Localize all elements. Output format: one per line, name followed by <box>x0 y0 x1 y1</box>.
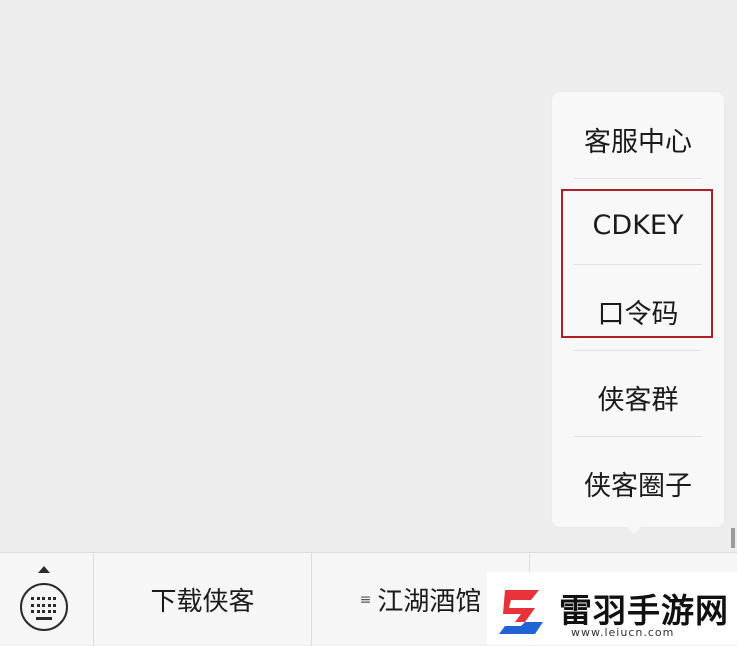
menu-divider <box>574 436 702 437</box>
tab-label: 江湖酒馆 <box>377 587 482 617</box>
menu-item-circle[interactable]: 侠客圈子 <box>552 440 724 526</box>
keyboard-spacebar <box>36 617 52 620</box>
menu-lines-icon: ≡ <box>359 591 372 608</box>
popup-arrow <box>626 526 642 534</box>
menu-divider <box>574 178 702 179</box>
keyboard-icon[interactable] <box>20 583 68 631</box>
tab-label: 下载侠客 <box>150 587 255 617</box>
keyboard-keys <box>31 597 57 615</box>
watermark-title: 雷羽手游网 <box>559 591 729 630</box>
tab-download[interactable]: 下载侠客 <box>94 553 311 646</box>
watermark-url: www.leiucn.com <box>571 626 675 639</box>
watermark-logo-icon <box>499 590 543 634</box>
menu-item-label: 侠客群 <box>597 384 679 416</box>
scrollbar[interactable] <box>731 528 735 548</box>
menu-item-customer-service[interactable]: 客服中心 <box>552 96 724 182</box>
watermark: 雷羽手游网 www.leiucn.com <box>487 572 737 645</box>
menu-item-label: 客服中心 <box>584 126 692 158</box>
menu-item-group[interactable]: 侠客群 <box>552 354 724 440</box>
menu-divider <box>574 350 702 351</box>
menu-item-label: 侠客圈子 <box>584 470 692 502</box>
caret-up-icon <box>38 566 50 573</box>
highlight-annotation-box <box>561 189 713 338</box>
